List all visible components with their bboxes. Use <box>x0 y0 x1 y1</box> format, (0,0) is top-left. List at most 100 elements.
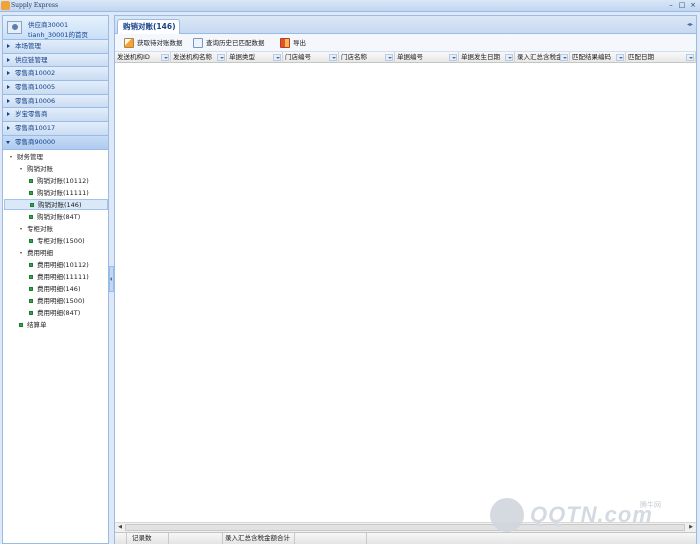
chevron-right-icon <box>7 126 10 131</box>
fetch-data-button[interactable]: 获取待对账数据 <box>124 37 183 49</box>
expand-icon[interactable] <box>10 155 12 158</box>
column-menu-icon[interactable] <box>217 54 225 61</box>
tree-leaf[interactable]: 费用明细(11111) <box>27 272 89 283</box>
tree-leaf[interactable]: 购销对账(11111) <box>27 188 89 199</box>
history-query-button[interactable]: 查询历史已匹配数据 <box>193 37 265 49</box>
tree-node-counter-recon[interactable]: 专柜对账 <box>17 224 53 235</box>
tree-label: 费用明细(10112) <box>37 260 89 269</box>
tree-leaf[interactable]: 费用明细(84T) <box>27 308 80 319</box>
column-menu-icon[interactable] <box>273 54 281 61</box>
column-menu-icon[interactable] <box>449 54 457 61</box>
accordion-header[interactable]: 零售商10006 <box>3 94 108 109</box>
window-titlebar: Supply Express – □ × <box>0 0 700 12</box>
accordion-header[interactable]: 供应链管理 <box>3 53 108 68</box>
column-header[interactable]: 单据类型 <box>227 52 283 63</box>
fetch-data-icon <box>124 38 134 48</box>
tree-label: 费用明细 <box>27 248 53 257</box>
watermark: QQTN.com 腾牛网 <box>490 490 700 544</box>
tab-scroll-icon[interactable]: ◂▸ <box>687 21 693 28</box>
grid-body[interactable] <box>115 75 696 535</box>
sum-label: 录入汇总含税金额合计 <box>223 533 295 544</box>
chevron-right-icon <box>7 57 10 62</box>
tree-leaf[interactable]: 购销对账(10112) <box>27 176 89 187</box>
chevron-right-icon <box>7 112 10 117</box>
window-title: Supply Express <box>11 2 59 9</box>
watermark-cn: 腾牛网 <box>640 501 661 509</box>
close-icon[interactable]: × <box>688 1 698 10</box>
accordion-header[interactable]: 零售商10002 <box>3 67 108 82</box>
column-menu-icon[interactable] <box>505 54 513 61</box>
user-home-link[interactable]: 供应商30001 tianh_30001的首页 <box>3 16 108 40</box>
accordion-header[interactable]: 本场管理 <box>3 40 108 54</box>
nav-tree: 财务管理 购销对账 购销对账(10112) 购销对账(11111) 购销对账(1… <box>3 150 108 530</box>
accordion-label: 零售商10006 <box>15 96 56 105</box>
user-name: 供应商30001 <box>28 21 69 29</box>
column-menu-icon[interactable] <box>616 54 624 61</box>
column-menu-icon[interactable] <box>560 54 568 61</box>
accordion-label: 供应链管理 <box>15 55 48 64</box>
fetch-data-label: 获取待对账数据 <box>137 39 183 47</box>
tree-leaf[interactable]: 购销对账(84T) <box>27 212 80 223</box>
expand-icon[interactable] <box>20 227 22 230</box>
column-menu-icon[interactable] <box>161 54 169 61</box>
tree-leaf[interactable]: 费用明细(146) <box>27 284 80 295</box>
chevron-down-icon <box>6 140 10 144</box>
tree-node-finance[interactable]: 财务管理 <box>7 152 43 163</box>
expand-icon[interactable] <box>20 251 22 254</box>
accordion-header[interactable]: 零售商10017 <box>3 122 108 136</box>
watermark-logo-icon <box>490 498 524 532</box>
status-spacer <box>115 533 127 544</box>
user-home-label: tianh_30001的首页 <box>28 31 89 39</box>
accordion-label: 零售商90000 <box>15 137 56 146</box>
tree-leaf[interactable]: 专柜对账(1500) <box>27 236 85 247</box>
chevron-right-icon <box>7 44 10 48</box>
column-header[interactable]: 匹配日期 <box>626 52 696 63</box>
tree-leaf[interactable]: 费用明细(1500) <box>27 296 85 307</box>
tree-node-expense[interactable]: 费用明细 <box>17 248 53 259</box>
page-icon <box>29 191 33 195</box>
column-header[interactable]: 门店编号 <box>283 52 339 63</box>
column-header[interactable]: 单据发生日期 <box>459 52 515 63</box>
tree-label: 财务管理 <box>17 152 43 161</box>
column-menu-icon[interactable] <box>329 54 337 61</box>
minimize-icon[interactable]: – <box>666 1 676 10</box>
accordion-label: 零售商10002 <box>15 69 56 78</box>
maximize-icon[interactable]: □ <box>677 1 687 10</box>
watermark-brand: QQTN.com <box>530 502 653 527</box>
column-menu-icon[interactable] <box>686 54 694 61</box>
record-count-value <box>169 533 223 544</box>
tree-node-purchase-recon[interactable]: 购销对账 <box>17 164 53 175</box>
column-header[interactable]: 单据编号 <box>395 52 459 63</box>
accordion-header[interactable]: 零售商10005 <box>3 81 108 95</box>
tree-label: 费用明细(84T) <box>37 308 81 317</box>
user-avatar-icon <box>7 21 22 34</box>
chevron-right-icon <box>7 85 10 90</box>
tab-purchase-recon-146[interactable]: 购销对账(146) <box>117 19 180 34</box>
history-query-label: 查询历史已匹配数据 <box>206 39 265 47</box>
accordion-header-active[interactable]: 零售商90000 <box>3 135 108 150</box>
sum-value <box>295 533 367 544</box>
export-button[interactable]: 导出 <box>280 37 306 49</box>
column-menu-icon[interactable] <box>385 54 393 61</box>
accordion-label: 本场管理 <box>15 42 41 50</box>
page-icon <box>29 215 33 219</box>
column-header[interactable]: 门店名称 <box>339 52 395 63</box>
page-icon <box>29 275 33 279</box>
record-count-label: 记录数 <box>127 533 169 544</box>
chevron-right-icon <box>7 71 10 76</box>
tree-leaf[interactable]: 费用明细(10112) <box>27 260 89 271</box>
tree-label: 购销对账 <box>27 164 53 173</box>
tree-leaf-settlement[interactable]: 结算单 <box>17 320 47 331</box>
tree-label: 结算单 <box>27 320 47 329</box>
column-header[interactable]: 发送机构名称 <box>171 52 227 63</box>
column-header[interactable]: 发送机构ID <box>115 52 171 63</box>
tree-label: 购销对账(146) <box>38 200 82 209</box>
accordion-header[interactable]: 岁宝零售商 <box>3 108 108 123</box>
tree-leaf-selected[interactable]: 购销对账(146) <box>4 198 108 210</box>
column-header[interactable]: 匹配结果编码 <box>570 52 626 63</box>
main-panel: 购销对账(146) ◂▸ 获取待对账数据 查询历史已匹配数据 导出 发送机构ID… <box>114 15 697 544</box>
scroll-left-icon[interactable]: ◀ <box>116 523 124 532</box>
expand-icon[interactable] <box>20 167 22 170</box>
tree-label: 专柜对账 <box>27 224 53 233</box>
column-header[interactable]: 录入汇总含税金 <box>515 52 570 63</box>
